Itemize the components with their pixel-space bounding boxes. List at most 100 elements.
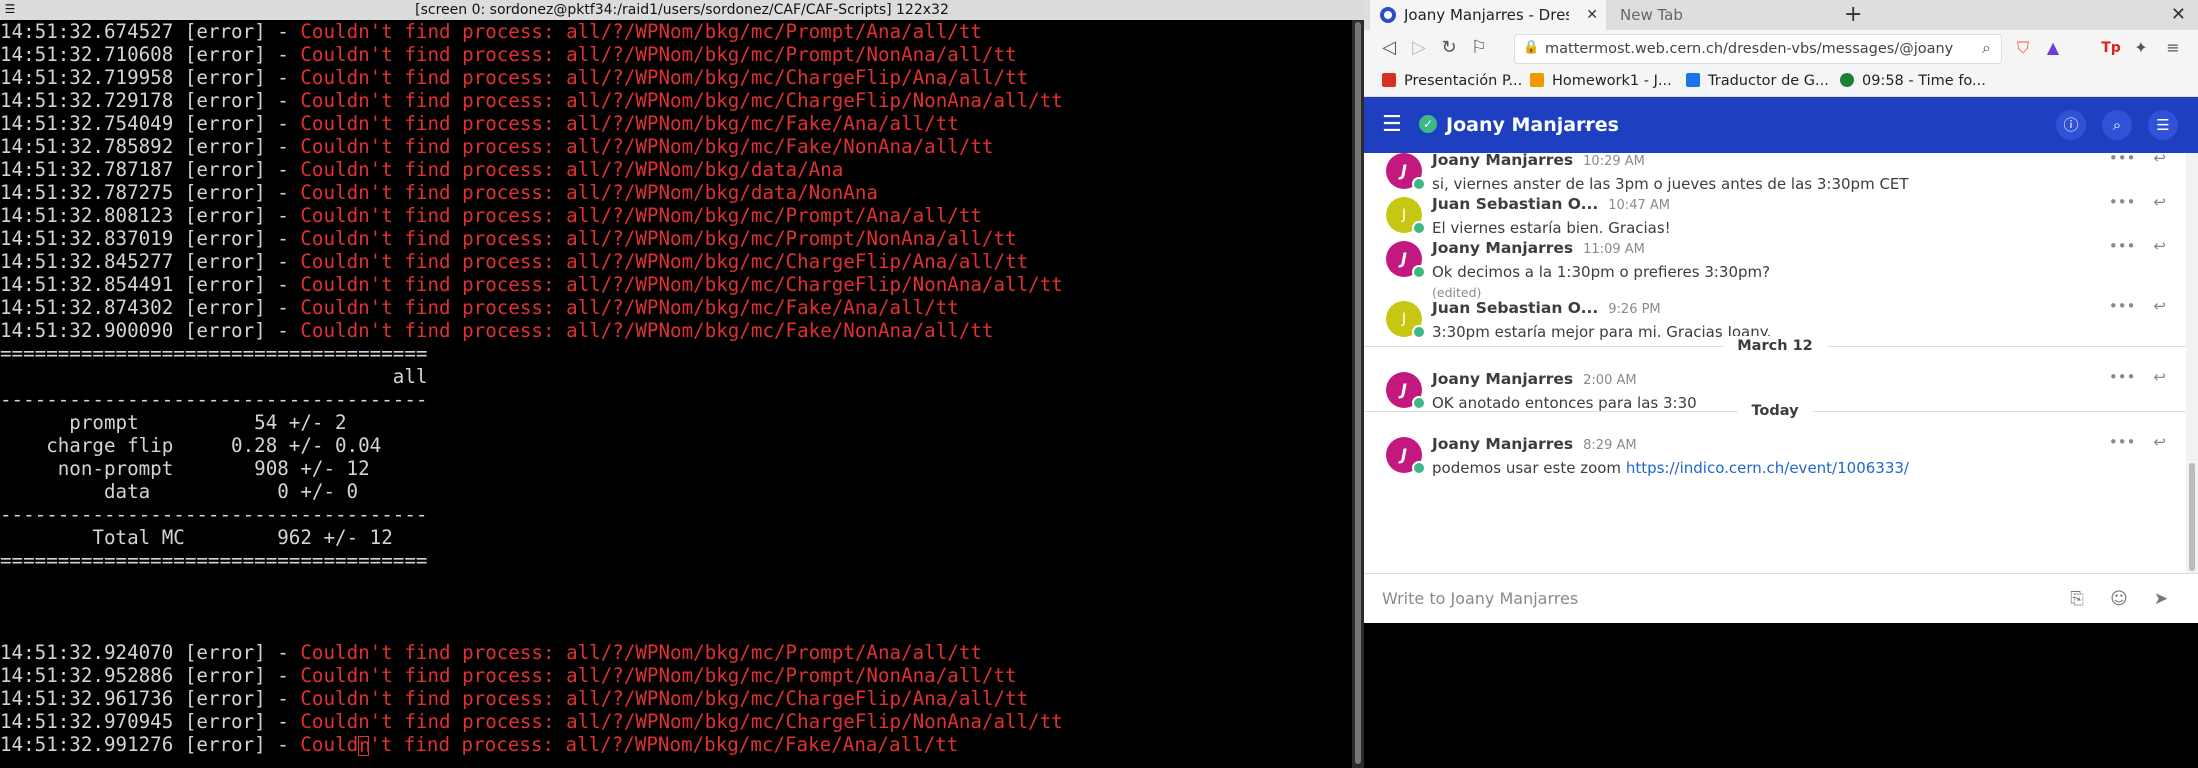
brave-rewards-icon[interactable]: ▲ (2042, 37, 2064, 59)
tab-new-tab[interactable]: New Tab (1612, 0, 1772, 30)
emoji-icon[interactable]: ☺ (2108, 588, 2130, 610)
post-time[interactable]: 2:00 AM (1583, 373, 1636, 388)
terminal-scroll-thumb[interactable] (1355, 22, 1361, 764)
date-separator: March 12 (1364, 336, 2186, 356)
post-author[interactable]: Joany Manjarres 10:29 AM (1432, 153, 1645, 169)
post-author[interactable]: Juan Sebastian O... 9:26 PM (1432, 299, 1661, 317)
author-name[interactable]: Joany Manjarres (1432, 435, 1573, 453)
url-text[interactable]: mattermost.web.cern.ch/dresden-vbs/messa… (1545, 35, 1953, 63)
more-actions-icon[interactable]: ••• (2109, 297, 2136, 315)
author-name[interactable]: Joany Manjarres (1432, 153, 1573, 169)
log-timestamp: 14:51:32.787275 (0, 181, 174, 204)
forward-icon[interactable]: ▷ (1408, 37, 1430, 59)
more-actions-icon[interactable]: ••• (2109, 433, 2136, 451)
log-timestamp: 14:51:32.845277 (0, 250, 174, 273)
post-link[interactable]: https://indico.cern.ch/event/1006333/ (1626, 459, 1909, 477)
author-name[interactable]: Joany Manjarres (1432, 370, 1573, 388)
log-timestamp: 14:51:32.854491 (0, 273, 174, 296)
post-time[interactable]: 9:26 PM (1608, 302, 1660, 317)
extensions-puzzle-icon[interactable]: ✦ (2130, 37, 2152, 59)
terminal-window[interactable]: ☰ [screen 0: sordonez@pktf34:/raid1/user… (0, 0, 1364, 768)
feed-scrollbar[interactable] (2186, 153, 2198, 573)
post-author[interactable]: Joany Manjarres 8:29 AM (1432, 435, 1637, 453)
author-name[interactable]: Juan Sebastian O... (1432, 299, 1598, 317)
message-post[interactable]: J Joany Manjarres 10:29 AM si, viernes anst… (1364, 153, 2186, 193)
log-level: [error] (184, 319, 266, 342)
post-author[interactable]: Joany Manjarres 2:00 AM (1432, 370, 1637, 388)
address-bar[interactable]: 🔒 mattermost.web.cern.ch/dresden-vbs/mes… (1514, 34, 2002, 64)
summary-table-line: all (0, 365, 428, 388)
more-actions-icon[interactable]: ••• (2109, 153, 2136, 167)
reply-icon[interactable]: ↩ (2153, 433, 2166, 451)
channel-menu-icon[interactable]: ☰ (2148, 110, 2178, 140)
log-message: Couldn't find process: all/?/WPNom/bkg/m… (300, 204, 982, 227)
bookmark-item[interactable]: 09:58 - Time fo... (1840, 66, 1986, 96)
log-line: 14:51:32.719958 [error] - Couldn't find … (0, 66, 1029, 89)
brave-shield-icon[interactable]: ⛉ (2012, 37, 2034, 59)
log-level: [error] (184, 112, 266, 135)
post-time[interactable]: 10:47 AM (1608, 198, 1670, 213)
post-author[interactable]: Juan Sebastian O... 10:47 AM (1432, 195, 1670, 213)
more-actions-icon[interactable]: ••• (2109, 368, 2136, 386)
window-menu-icon[interactable]: ☰ (3, 2, 17, 16)
window-close-icon[interactable]: ✕ (2171, 0, 2186, 30)
terminal-titlebar: ☰ [screen 0: sordonez@pktf34:/raid1/user… (0, 0, 1364, 20)
message-post[interactable]: J Joany Manjarres 8:29 AM podemos usar este… (1364, 429, 2186, 477)
message-feed[interactable]: J Joany Manjarres 10:29 AM si, viernes anst… (1364, 153, 2186, 573)
reply-icon[interactable]: ↩ (2153, 297, 2166, 315)
log-level: [error] (184, 135, 266, 158)
reply-icon[interactable]: ↩ (2153, 153, 2166, 167)
chevron-down-icon[interactable]: ⌄ (1582, 97, 1594, 153)
post-actions: ••• ↩ (2091, 297, 2166, 315)
online-status-icon (1412, 265, 1426, 279)
hamburger-menu-icon[interactable]: ☰ (1382, 112, 1402, 138)
reply-icon[interactable]: ↩ (2153, 193, 2166, 211)
message-input[interactable]: Write to Joany Manjarres (1382, 574, 1578, 624)
empty-area (1364, 623, 2198, 768)
new-tab-plus-icon[interactable]: + (1844, 0, 1862, 30)
author-name[interactable]: Joany Manjarres (1432, 239, 1573, 257)
more-actions-icon[interactable]: ••• (2109, 193, 2136, 211)
bookmark-icon[interactable]: ⚐ (1468, 37, 1490, 59)
log-message: Couldn't find process: all/?/WPNom/bkg/m… (300, 89, 1063, 112)
post-time[interactable]: 11:09 AM (1583, 242, 1645, 257)
bookmark-item[interactable]: Homework1 - J... (1530, 66, 1672, 96)
browser-menu-icon[interactable]: ≡ (2162, 37, 2184, 59)
tab-close-icon[interactable]: ✕ (1586, 0, 1598, 30)
terminal-scrollbar[interactable] (1352, 20, 1364, 768)
message-post[interactable]: J Juan Sebastian O... 9:26 PM 3:30pm estarí… (1364, 293, 2186, 341)
feed-scroll-thumb[interactable] (2189, 463, 2195, 571)
extension-tp-icon[interactable]: Tp (2100, 37, 2122, 59)
post-time[interactable]: 10:29 AM (1583, 154, 1645, 169)
log-message: Couldn't find process: all/?/WPNom/bkg/m… (300, 112, 959, 135)
reply-icon[interactable]: ↩ (2153, 368, 2166, 386)
tab-mattermost[interactable]: Joany Manjarres - Dresden ✕ (1370, 0, 1606, 30)
message-post[interactable]: J Juan Sebastian O... 10:47 AM El viernes e… (1364, 189, 2186, 237)
info-icon[interactable]: ⓘ (2056, 110, 2086, 140)
bookmark-item[interactable]: Presentación P... (1382, 66, 1522, 96)
reload-icon[interactable]: ↻ (1438, 37, 1460, 59)
post-author[interactable]: Joany Manjarres 11:09 AM (1432, 239, 1645, 257)
back-icon[interactable]: ◁ (1378, 37, 1400, 59)
log-line: 14:51:32.845277 [error] - Couldn't find … (0, 250, 1029, 273)
message-composer[interactable]: Write to Joany Manjarres ⎘ ☺ ➤ (1364, 573, 2198, 624)
log-timestamp: 14:51:32.952886 (0, 664, 174, 687)
send-icon[interactable]: ➤ (2150, 588, 2172, 610)
summary-table-line: ------------------------------------- (0, 388, 428, 411)
log-timestamp: 14:51:32.785892 (0, 135, 174, 158)
log-timestamp: 14:51:32.729178 (0, 89, 174, 112)
log-message: Couldn't find process: all/?/WPNom/bkg/m… (300, 250, 1029, 273)
lock-icon[interactable]: 🔒 (1523, 40, 1539, 55)
bookmark-item[interactable]: Traductor de G... (1686, 66, 1829, 96)
search-icon[interactable]: ⌕ (2102, 110, 2132, 140)
log-level: [error] (184, 664, 266, 687)
post-time[interactable]: 8:29 AM (1583, 438, 1636, 453)
attachment-icon[interactable]: ⎘ (2066, 588, 2088, 610)
post-text: podemos usar este zoom https://indico.ce… (1432, 459, 1909, 477)
message-post[interactable]: J Joany Manjarres 11:09 AM Ok decimos a la … (1364, 233, 2186, 300)
author-name[interactable]: Juan Sebastian O... (1432, 195, 1598, 213)
more-actions-icon[interactable]: ••• (2109, 237, 2136, 255)
reply-icon[interactable]: ↩ (2153, 237, 2166, 255)
terminal-output[interactable]: 14:51:32.674527 [error] - Couldn't find … (0, 20, 1352, 768)
search-zoom-icon[interactable]: ⌕ (1982, 38, 1991, 58)
